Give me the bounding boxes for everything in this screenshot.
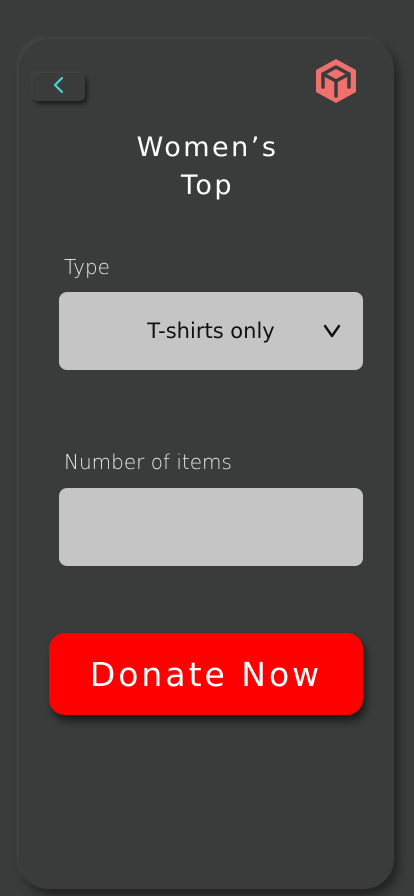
number-of-items-input[interactable] <box>59 488 363 566</box>
donate-now-button[interactable]: Donate Now <box>49 633 363 715</box>
chevron-left-icon <box>52 75 66 99</box>
items-label: Number of items <box>64 450 232 474</box>
back-button[interactable] <box>33 73 85 101</box>
page-title-line2: Top <box>180 170 235 201</box>
type-label: Type <box>64 255 110 279</box>
chevron-down-icon <box>323 323 341 342</box>
type-select[interactable]: T-shirts only <box>59 292 363 370</box>
type-select-value: T-shirts only <box>147 319 275 343</box>
page-title-line1: Women’s <box>136 132 279 163</box>
cube-icon <box>311 56 361 106</box>
